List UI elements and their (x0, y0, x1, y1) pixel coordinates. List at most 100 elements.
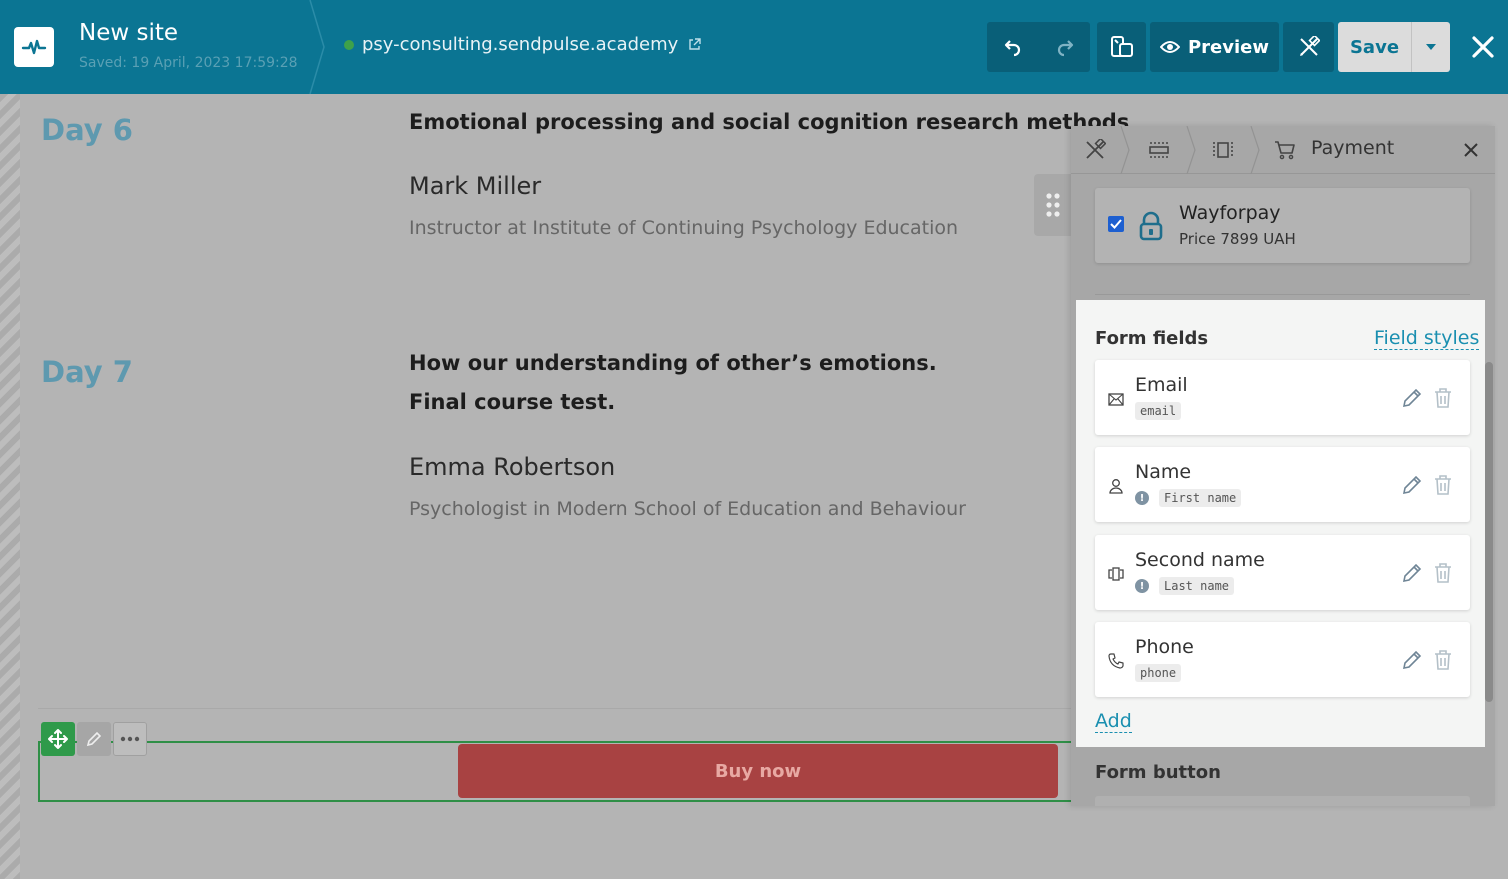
site-domain-link[interactable]: psy-consulting.sendpulse.academy (344, 34, 701, 55)
panel-scrollbar[interactable] (1485, 362, 1493, 702)
add-field-link[interactable]: Add (1095, 710, 1132, 733)
pencil-ruler-icon (1086, 139, 1106, 159)
redo-icon (1057, 40, 1073, 57)
field-variable-row: email (1135, 402, 1182, 420)
pencil-icon (86, 731, 102, 747)
move-block-button[interactable] (41, 722, 75, 756)
field-label: Email (1135, 374, 1188, 396)
save-options-button[interactable] (1411, 22, 1450, 72)
block-drag-handle[interactable] (1034, 174, 1072, 236)
panel-divider (1095, 294, 1470, 295)
block-toolbar (41, 722, 147, 756)
trash-icon[interactable] (1433, 387, 1453, 409)
field-variable-tag: email (1135, 402, 1182, 420)
day-7-topic-line-2[interactable]: Final course test. (409, 383, 615, 422)
payment-method-price: Price 7899 UAH (1179, 230, 1296, 248)
field-styles-link[interactable]: Field styles (1374, 327, 1480, 350)
save-button[interactable]: Save (1338, 22, 1411, 72)
breadcrumb-separator (1250, 126, 1260, 174)
caret-down-icon (1426, 44, 1436, 50)
form-field-second-name[interactable]: Second name ! Last name (1095, 535, 1470, 610)
form-field-email[interactable]: Email email (1095, 360, 1470, 435)
trash-icon[interactable] (1433, 562, 1453, 584)
domain-text: psy-consulting.sendpulse.academy (362, 34, 679, 55)
grip-icon (1046, 193, 1060, 217)
panel-breadcrumb: Payment (1071, 126, 1495, 174)
form-button-title: Form button (1095, 762, 1221, 783)
form-field-phone[interactable]: Phone phone (1095, 622, 1470, 697)
day-6-topic[interactable]: Emotional processing and social cognitio… (409, 103, 1129, 142)
top-toolbar: New site Saved: 19 April, 2023 17:59:28 … (0, 0, 1508, 94)
id-card-icon (1107, 565, 1125, 583)
field-variable-tag: phone (1135, 664, 1182, 682)
form-field-name[interactable]: Name ! First name (1095, 447, 1470, 522)
block-icon (1213, 142, 1233, 158)
external-link-icon (689, 38, 701, 50)
breadcrumb-design[interactable] (1083, 138, 1107, 162)
redo-button[interactable] (1039, 22, 1090, 72)
buy-now-button[interactable]: Buy now (458, 744, 1058, 798)
day-7-topic-line-1[interactable]: How our understanding of other’s emotion… (409, 344, 937, 383)
day-7-speaker[interactable]: Emma Robertson (409, 453, 615, 481)
day-6-label[interactable]: Day 6 (41, 113, 133, 147)
ellipsis-icon (120, 736, 140, 742)
payment-method-card[interactable]: Wayforpay Price 7899 UAH (1095, 188, 1470, 263)
more-options-button[interactable] (113, 722, 147, 756)
payment-method-name: Wayforpay (1179, 202, 1281, 224)
field-variable-tag: First name (1159, 489, 1242, 507)
pencil-icon[interactable] (1401, 387, 1423, 409)
lock-icon (1139, 211, 1163, 241)
pulse-icon (21, 39, 47, 55)
design-tools-button[interactable] (1283, 22, 1334, 72)
pencil-icon[interactable] (1401, 474, 1423, 496)
form-button-card[interactable] (1095, 796, 1470, 806)
breadcrumb-block[interactable] (1211, 138, 1235, 162)
field-label: Name (1135, 461, 1192, 483)
panel-title: Payment (1311, 137, 1395, 159)
breadcrumb-separator (1120, 126, 1130, 174)
site-title[interactable]: New site (79, 20, 178, 46)
warning-icon[interactable]: ! (1135, 579, 1149, 593)
close-panel-button[interactable] (1459, 138, 1483, 162)
undo-icon (1004, 40, 1021, 57)
field-variable-row: ! Last name (1135, 577, 1235, 595)
edit-block-button[interactable] (77, 722, 111, 756)
field-variable-row: ! First name (1135, 489, 1242, 507)
section-divider (38, 708, 1078, 709)
pencil-ruler-icon (1299, 36, 1320, 56)
envelope-icon (1107, 390, 1125, 408)
breadcrumb-section[interactable] (1147, 138, 1171, 162)
section-icon (1149, 142, 1169, 158)
warning-icon[interactable]: ! (1135, 491, 1149, 505)
breadcrumb-separator (1186, 126, 1196, 174)
preview-button[interactable]: Preview (1150, 22, 1279, 72)
person-icon (1107, 477, 1125, 495)
cart-icon (1273, 138, 1297, 162)
phone-icon (1107, 652, 1125, 670)
eye-icon (1159, 41, 1180, 53)
canvas-edge-stripe (0, 94, 20, 879)
move-arrows-icon (48, 729, 68, 749)
day-7-label[interactable]: Day 7 (41, 355, 133, 389)
close-editor-button[interactable] (1466, 30, 1500, 64)
status-dot (344, 39, 354, 50)
field-variable-tag: Last name (1159, 577, 1235, 595)
device-preview-button[interactable] (1097, 22, 1146, 72)
saved-timestamp: Saved: 19 April, 2023 17:59:28 (79, 55, 298, 71)
field-label: Second name (1135, 549, 1265, 571)
day-6-speaker-role[interactable]: Instructor at Institute of Continuing Ps… (409, 217, 958, 239)
device-toggle-icon (1110, 36, 1133, 57)
checkmark-icon (1110, 219, 1122, 229)
pencil-icon[interactable] (1401, 562, 1423, 584)
app-logo[interactable] (14, 27, 54, 67)
close-icon (1472, 36, 1494, 58)
undo-button[interactable] (987, 22, 1039, 72)
trash-icon[interactable] (1433, 649, 1453, 671)
payment-method-checkbox[interactable] (1108, 216, 1124, 232)
day-7-speaker-role[interactable]: Psychologist in Modern School of Educati… (409, 498, 966, 520)
day-6-speaker[interactable]: Mark Miller (409, 172, 541, 200)
preview-label: Preview (1187, 36, 1270, 58)
trash-icon[interactable] (1433, 474, 1453, 496)
pencil-icon[interactable] (1401, 649, 1423, 671)
form-fields-section: Form fields Field styles Email email Nam… (1076, 300, 1485, 747)
